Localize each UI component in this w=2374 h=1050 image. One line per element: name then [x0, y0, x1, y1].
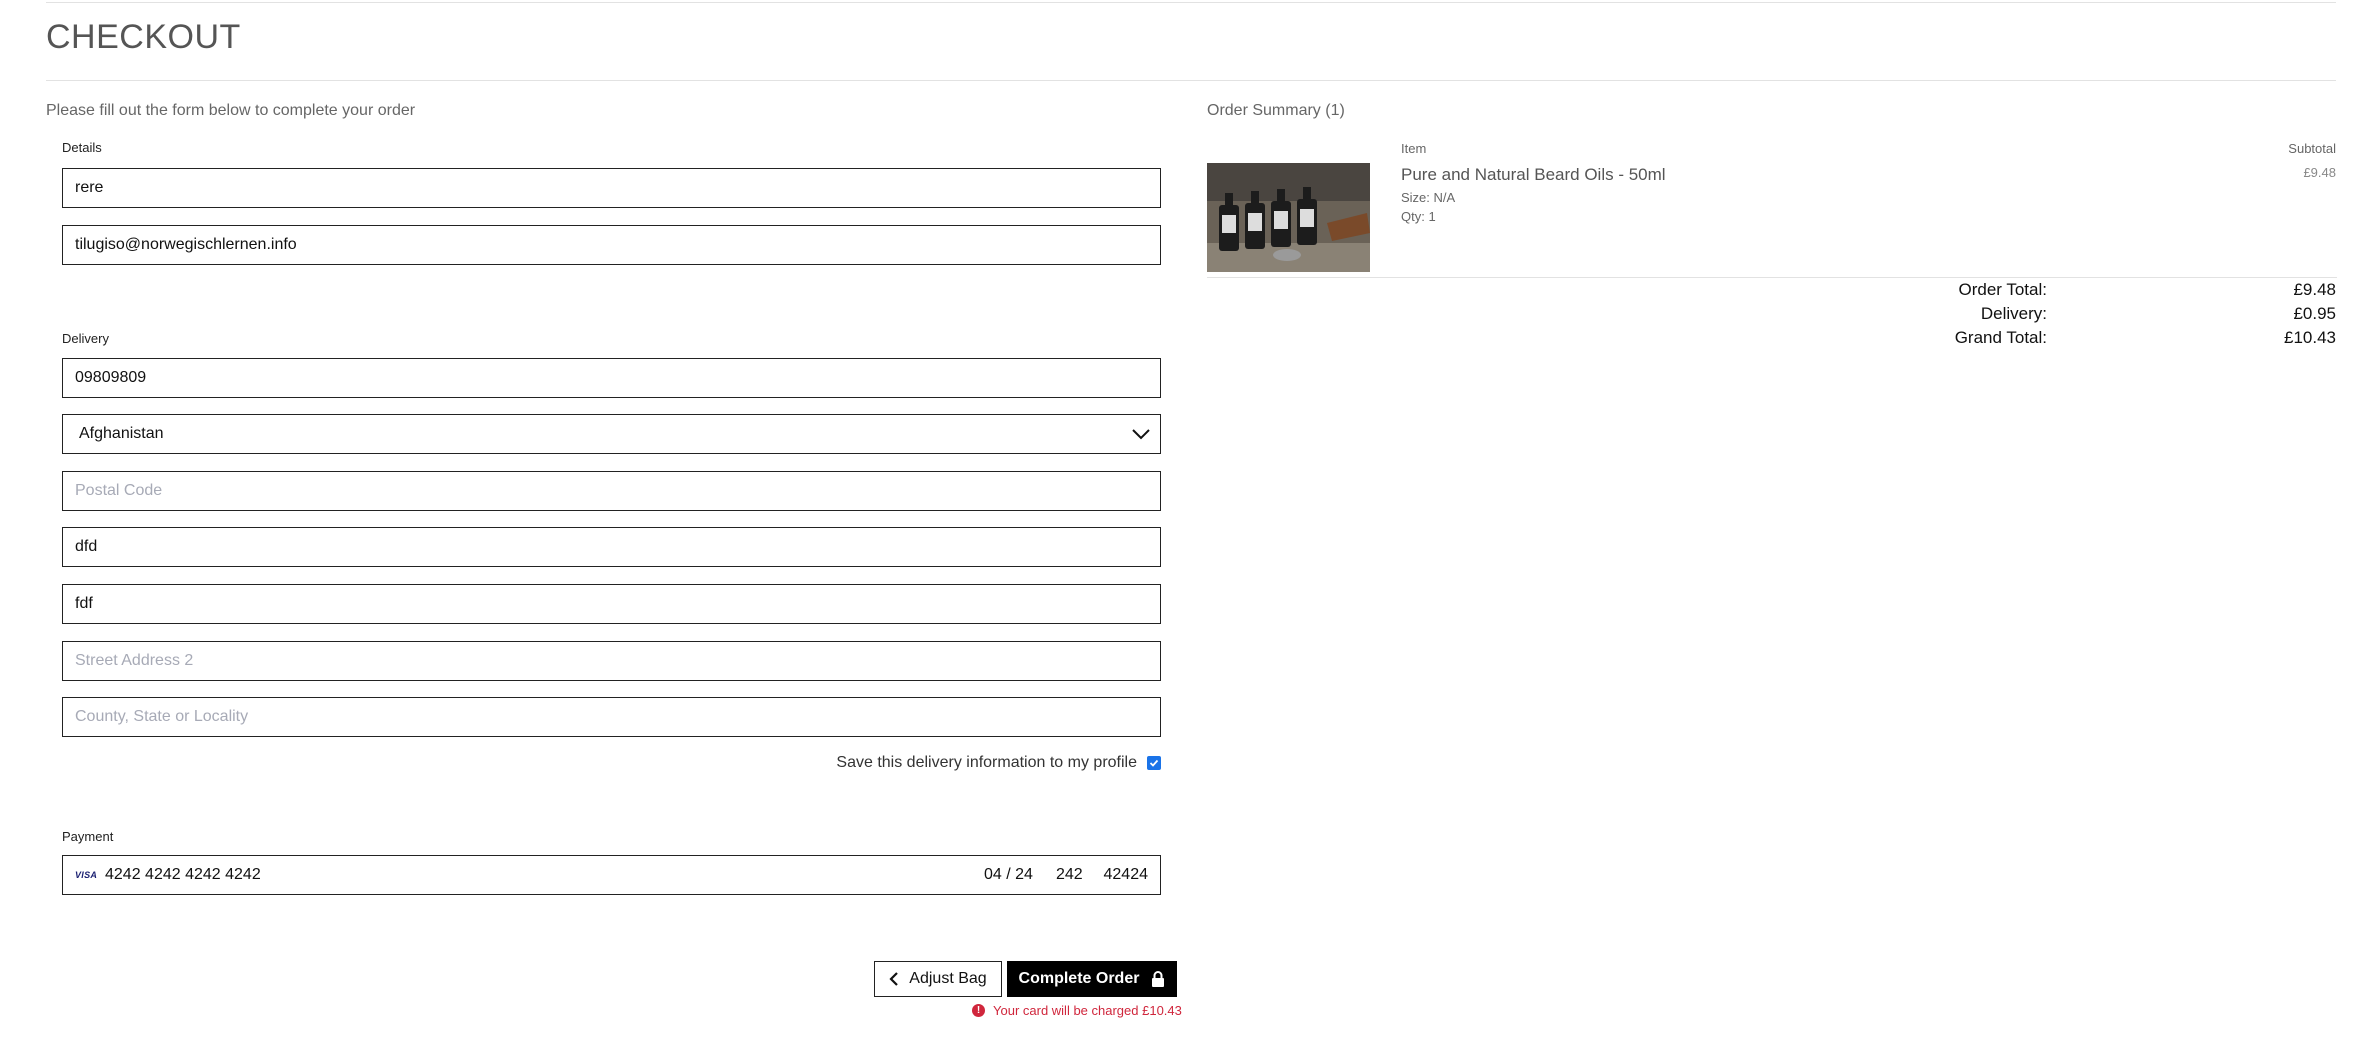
street2-placeholder: Street Address 2 [75, 652, 194, 669]
form-intro: Please fill out the form below to comple… [46, 102, 416, 119]
town-field[interactable]: dfd [62, 527, 1161, 567]
postcode-field[interactable]: Postal Code [62, 471, 1161, 511]
product-image [1207, 163, 1370, 272]
product-size: Size: N/A [1401, 190, 1456, 205]
chevron-left-icon [889, 972, 899, 986]
phone-value: 09809809 [75, 369, 147, 386]
email-value: tilugiso@norwegischlernen.info [75, 236, 297, 253]
delivery-cost-value: £0.95 [2293, 304, 2336, 323]
charge-notice-text: Your card will be charged £10.43 [993, 1003, 1182, 1018]
complete-order-button[interactable]: Complete Order [1007, 961, 1177, 997]
checkmark-icon [1149, 759, 1159, 767]
complete-order-label: Complete Order [1018, 970, 1140, 987]
product-qty: Qty: 1 [1401, 209, 1436, 224]
street-address-1-field[interactable]: fdf [62, 584, 1161, 624]
street1-value: fdf [75, 595, 93, 612]
card-cvc-field[interactable]: 242 [1056, 866, 1100, 884]
top-divider [46, 2, 2336, 3]
save-delivery-checkbox[interactable] [1147, 756, 1161, 770]
subtotal-column-header: Subtotal [2288, 141, 2336, 156]
order-total-label: Order Total: [1958, 280, 2047, 299]
lock-icon [1152, 971, 1165, 987]
street-address-2-field[interactable]: Street Address 2 [62, 641, 1161, 681]
alert-icon: ! [972, 1004, 985, 1017]
country-value: Afghanistan [79, 425, 164, 442]
postcode-placeholder: Postal Code [75, 482, 163, 499]
order-summary-title: Order Summary (1) [1207, 102, 1345, 119]
adjust-bag-button[interactable]: Adjust Bag [874, 961, 1002, 997]
card-number-field[interactable]: 4242 4242 4242 4242 [105, 866, 984, 884]
adjust-bag-label: Adjust Bag [909, 970, 987, 987]
order-total-value: £9.48 [2293, 280, 2336, 299]
delivery-row: Delivery: £0.95 [1800, 304, 2336, 324]
full-name-field[interactable]: rere [62, 168, 1161, 208]
save-delivery-label: Save this delivery information to my pro… [836, 754, 1137, 771]
product-name[interactable]: Pure and Natural Beard Oils - 50ml [1401, 165, 1666, 185]
email-field[interactable]: tilugiso@norwegischlernen.info [62, 225, 1161, 265]
grand-total-label: Grand Total: [1954, 328, 2047, 347]
phone-field[interactable]: 09809809 [62, 358, 1161, 398]
order-total-row: Order Total: £9.48 [1800, 280, 2336, 300]
delivery-cost-label: Delivery: [1980, 304, 2047, 323]
full-name-value: rere [75, 179, 104, 196]
card-expiry-field[interactable]: 04 / 24 [984, 866, 1056, 884]
summary-divider [1207, 277, 2337, 278]
grand-total-value: £10.43 [2284, 328, 2336, 347]
save-delivery-row: Save this delivery information to my pro… [62, 754, 1161, 772]
county-field[interactable]: County, State or Locality [62, 697, 1161, 737]
country-select[interactable]: Afghanistan [62, 414, 1161, 454]
county-placeholder: County, State or Locality [75, 708, 249, 725]
title-divider [46, 80, 2336, 81]
visa-card-icon: VISA [75, 870, 98, 880]
chevron-down-icon [1132, 429, 1150, 440]
grand-total-row: Grand Total: £10.43 [1800, 328, 2336, 348]
charge-notice: ! Your card will be charged £10.43 [972, 1003, 1182, 1018]
payment-label: Payment [62, 829, 114, 844]
product-subtotal: £9.48 [2303, 165, 2336, 180]
beard-oil-bottles-image [1207, 163, 1370, 272]
card-zip-field[interactable]: 42424 [1100, 866, 1149, 884]
card-input[interactable]: VISA 4242 4242 4242 4242 04 / 24 242 424… [62, 855, 1161, 895]
details-label: Details [62, 140, 102, 155]
town-value: dfd [75, 538, 98, 555]
delivery-label: Delivery [62, 331, 109, 346]
item-column-header: Item [1401, 141, 1427, 156]
page-title: CHECKOUT [46, 18, 241, 56]
